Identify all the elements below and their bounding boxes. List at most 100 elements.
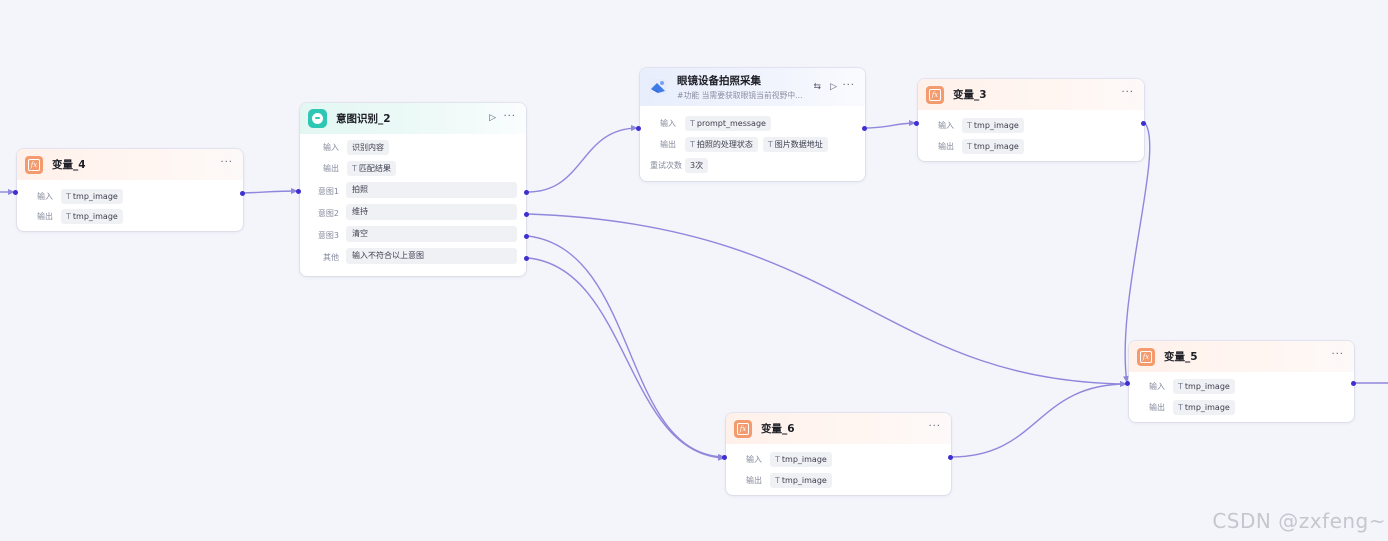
output-port[interactable]	[1141, 121, 1146, 126]
input-row: 输入 识别内容	[300, 137, 526, 157]
input-tag: Ttmp_image	[1173, 378, 1235, 394]
edge-intent1-to-plugin	[527, 125, 639, 193]
input-label: 输入	[660, 118, 676, 128]
output-port[interactable]	[240, 191, 245, 196]
fx-variable-icon: fx	[926, 85, 944, 104]
node-variable-6[interactable]: fx 变量_6 ··· 输入 Ttmp_image 输出 Ttmp_image	[726, 413, 951, 495]
input-tag: Ttmp_image	[770, 451, 832, 467]
input-label: 输入	[1149, 381, 1165, 391]
output-tag: Ttmp_image	[1173, 399, 1235, 415]
node-header: fx 变量_5 ···	[1129, 341, 1354, 372]
input-port[interactable]	[296, 189, 301, 194]
node-variable-5[interactable]: fx 变量_5 ··· 输入 Ttmp_image 输出 Ttmp_image	[1129, 341, 1354, 422]
output-tag: Ttmp_image	[61, 208, 123, 224]
more-options-icon[interactable]: ···	[842, 81, 855, 91]
output-row: 输出 Ttmp_image	[17, 206, 243, 226]
more-options-icon[interactable]: ···	[220, 158, 233, 168]
node-intent-recognition-2[interactable]: 意图识别_2 ▷ ··· 输入 识别内容 输出 T 匹配结果 意图1 拍照 意图2…	[300, 103, 526, 276]
input-port[interactable]	[636, 126, 641, 131]
node-title: 变量_5	[1164, 351, 1198, 363]
input-row: 输入 Ttmp_image	[918, 115, 1144, 135]
intent-1-port[interactable]	[524, 190, 529, 195]
intent-other-port[interactable]	[524, 256, 529, 261]
play-icon[interactable]: ▷	[830, 82, 837, 92]
node-glasses-photo-capture[interactable]: 眼镜设备拍照采集 #功能 当需要获取眼镜当前视野中... ⇆ ▷ ··· 输入 …	[640, 68, 865, 181]
text-type-icon: T	[690, 139, 695, 149]
edge-var4-to-intent2	[242, 188, 299, 195]
output-tag: T 图片数据地址	[762, 136, 828, 152]
text-type-icon: T	[967, 120, 972, 130]
input-port[interactable]	[722, 455, 727, 460]
intent-recognition-icon	[308, 109, 327, 128]
input-tag: Tprompt_message	[685, 115, 771, 131]
output-tag: Ttmp_image	[770, 472, 832, 488]
output-label: 输出	[37, 211, 53, 221]
text-type-icon: T	[352, 163, 357, 173]
more-options-icon[interactable]: ···	[1121, 88, 1134, 98]
intent-1-field[interactable]: 拍照	[346, 182, 517, 198]
input-port[interactable]	[13, 190, 18, 195]
intent-other-field[interactable]: 输入不符合以上意图	[346, 248, 517, 264]
edge-intent2-to-var5	[527, 213, 1128, 387]
node-title: 眼镜设备拍照采集	[677, 75, 761, 87]
output-label: 输出	[1149, 402, 1165, 412]
node-header: fx 变量_3 ···	[918, 79, 1144, 110]
text-type-icon: T	[690, 118, 695, 128]
text-type-icon: T	[66, 191, 71, 201]
fx-variable-icon: fx	[1137, 347, 1155, 366]
output-label: 输出	[746, 475, 762, 485]
input-label: 输入	[37, 191, 53, 201]
intent-3-port[interactable]	[524, 234, 529, 239]
input-port[interactable]	[1125, 381, 1130, 386]
node-header: fx 变量_4 ···	[17, 149, 243, 180]
output-row: 输出 Ttmp_image	[918, 136, 1144, 156]
edge-plugin-to-var3	[863, 120, 917, 129]
intent-2-port[interactable]	[524, 212, 529, 217]
more-options-icon[interactable]: ···	[1331, 350, 1344, 360]
text-type-icon: T	[1178, 381, 1183, 391]
node-header: fx 变量_6 ···	[726, 413, 951, 444]
node-header: 眼镜设备拍照采集 #功能 当需要获取眼镜当前视野中... ⇆ ▷ ···	[640, 68, 865, 106]
text-type-icon: T	[775, 454, 780, 464]
intent-3-field[interactable]: 清空	[346, 226, 517, 242]
input-label: 输入	[323, 142, 339, 152]
output-port[interactable]	[948, 455, 953, 460]
text-type-icon: T	[967, 141, 972, 151]
node-title: 变量_4	[52, 159, 86, 171]
output-tag: T 拍照的处理状态	[685, 136, 758, 152]
node-variable-4[interactable]: fx 变量_4 ··· 输入 Ttmp_image 输出 Ttmp_image	[17, 149, 243, 231]
node-description: #功能 当需要获取眼镜当前视野中...	[677, 91, 803, 100]
output-row: 输出 T 匹配结果	[300, 158, 526, 178]
swap-icon[interactable]: ⇆	[813, 82, 821, 92]
node-title: 变量_3	[953, 89, 987, 101]
output-port[interactable]	[862, 126, 867, 131]
edge-intent3-to-var6	[527, 235, 726, 460]
watermark: CSDN @zxfeng~	[1212, 509, 1386, 533]
input-label: 输入	[746, 454, 762, 464]
node-variable-3[interactable]: fx 变量_3 ··· 输入 Ttmp_image 输出 Ttmp_image	[918, 79, 1144, 161]
input-row: 输入 Ttmp_image	[17, 186, 243, 206]
intent-2-field[interactable]: 维持	[346, 204, 517, 220]
more-options-icon[interactable]: ···	[503, 112, 516, 122]
intent-other-label: 其他	[323, 253, 339, 262]
intent-2-label: 意图2	[317, 209, 339, 218]
input-row: 输入 Ttmp_image	[726, 449, 951, 469]
intent-1-label: 意图1	[317, 187, 339, 196]
fx-variable-icon: fx	[734, 419, 752, 438]
output-row: 输出 Ttmp_image	[726, 470, 951, 490]
more-options-icon[interactable]: ···	[928, 422, 941, 432]
output-label: 输出	[938, 141, 954, 151]
play-icon[interactable]: ▷	[489, 113, 496, 123]
workflow-canvas[interactable]: fx 变量_4 ··· 输入 Ttmp_image 输出 Ttmp_image …	[0, 0, 1388, 541]
text-type-icon: T	[66, 211, 71, 221]
intent-3-label: 意图3	[317, 231, 339, 240]
input-tag: Ttmp_image	[61, 188, 123, 204]
output-port[interactable]	[1351, 381, 1356, 386]
input-port[interactable]	[914, 121, 919, 126]
glasses-plugin-icon	[649, 79, 667, 95]
input-tag: Ttmp_image	[962, 117, 1024, 133]
output-row: 输出 T 拍照的处理状态 T 图片数据地址	[640, 134, 865, 154]
edge-other-to-var6	[527, 257, 726, 461]
input-label: 输入	[938, 120, 954, 130]
text-type-icon: T	[775, 475, 780, 485]
